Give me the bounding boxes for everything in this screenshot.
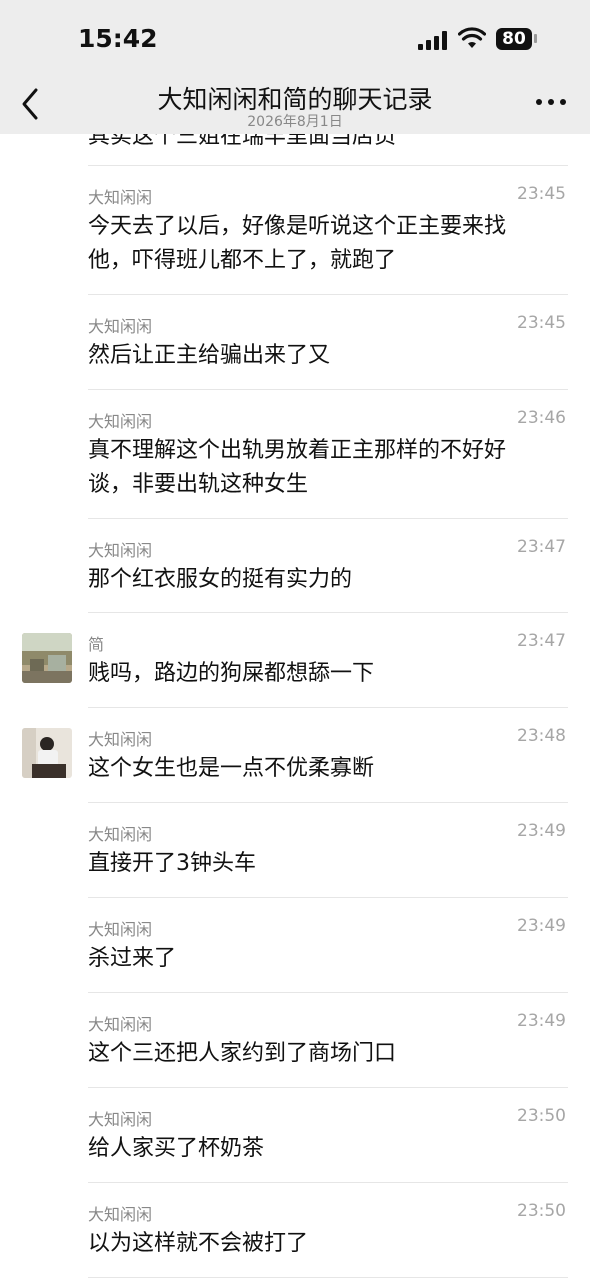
- message-text: 这个女生也是一点不优柔寡断: [88, 756, 375, 781]
- message-text: 那个红衣服女的挺有实力的: [88, 567, 353, 592]
- battery-icon: 80: [496, 28, 532, 50]
- chat-history-list[interactable]: 其实这个三姐在瑞丰里面当店员 大知闲闲 23:45 今天去了以后，好像是听说这个…: [0, 0, 590, 1280]
- message-sender: 大知闲闲: [88, 1205, 153, 1224]
- message-item[interactable]: 简 23:47 贱吗，路边的狗屎都想舔一下: [0, 613, 590, 707]
- message-item[interactable]: 大知闲闲 23:48 这个女生也是一点不优柔寡断: [0, 708, 590, 802]
- more-options-icon[interactable]: [534, 96, 568, 108]
- message-item[interactable]: 大知闲闲 23:49 直接开了3钟头车: [0, 803, 590, 897]
- message-item[interactable]: 大知闲闲 23:45 然后让正主给骗出来了又: [0, 295, 590, 389]
- message-text: 直接开了3钟头车: [88, 851, 256, 876]
- battery-cap: [534, 34, 537, 43]
- message-time: 23:49: [517, 916, 566, 936]
- divider: [88, 1277, 568, 1278]
- message-sender: 大知闲闲: [88, 920, 153, 939]
- message-sender: 简: [88, 635, 105, 654]
- wifi-icon: [458, 27, 486, 48]
- message-sender: 大知闲闲: [88, 1015, 153, 1034]
- message-time: 23:45: [517, 313, 566, 333]
- message-text: 这个三还把人家约到了商场门口: [88, 1041, 397, 1066]
- message-time: 23:47: [517, 631, 566, 651]
- message-sender: 大知闲闲: [88, 412, 153, 431]
- cellular-signal-icon: [418, 30, 450, 50]
- message-text: 真不理解这个出轨男放着正主那样的不好好谈，非要出轨这种女生: [88, 438, 507, 497]
- message-time: 23:49: [517, 1011, 566, 1031]
- message-text: 今天去了以后，好像是听说这个正主要来找他，吓得班儿都不上了，就跑了: [88, 214, 507, 273]
- message-sender: 大知闲闲: [88, 317, 153, 336]
- status-time: 15:42: [78, 24, 158, 53]
- avatar[interactable]: [22, 633, 72, 683]
- message-text: 然后让正主给骗出来了又: [88, 343, 331, 368]
- message-time: 23:45: [517, 184, 566, 204]
- message-item[interactable]: 大知闲闲 23:45 今天去了以后，好像是听说这个正主要来找他，吓得班儿都不上了…: [0, 166, 590, 294]
- message-time: 23:48: [517, 726, 566, 746]
- message-time: 23:46: [517, 408, 566, 428]
- message-item[interactable]: 大知闲闲 23:47 那个红衣服女的挺有实力的: [0, 519, 590, 612]
- message-sender: 大知闲闲: [88, 825, 153, 844]
- message-item[interactable]: 大知闲闲 23:49 杀过来了: [0, 898, 590, 992]
- message-time: 23:49: [517, 821, 566, 841]
- message-time: 23:50: [517, 1201, 566, 1221]
- chat-date: 2026年8月1日: [247, 114, 343, 130]
- message-text: 以为这样就不会被打了: [88, 1231, 309, 1256]
- message-item[interactable]: 大知闲闲 23:50 给人家买了杯奶茶: [0, 1088, 590, 1182]
- message-item[interactable]: 大知闲闲 23:49 这个三还把人家约到了商场门口: [0, 993, 590, 1087]
- message-item[interactable]: 大知闲闲 23:46 真不理解这个出轨男放着正主那样的不好好谈，非要出轨这种女生: [0, 390, 590, 518]
- message-time: 23:47: [517, 537, 566, 557]
- avatar[interactable]: [22, 728, 72, 778]
- navigation-bar: 15:42 80 大知闲闲和简的聊天记录 2026年8月1日: [0, 0, 590, 134]
- message-sender: 大知闲闲: [88, 730, 153, 749]
- message-text: 贱吗，路边的狗屎都想舔一下: [88, 661, 375, 686]
- message-time: 23:50: [517, 1106, 566, 1126]
- message-item[interactable]: 大知闲闲 23:50 以为这样就不会被打了: [0, 1183, 590, 1277]
- message-sender: 大知闲闲: [88, 188, 153, 207]
- message-sender: 大知闲闲: [88, 541, 153, 560]
- message-text: 杀过来了: [88, 946, 177, 971]
- message-sender: 大知闲闲: [88, 1110, 153, 1129]
- message-text: 给人家买了杯奶茶: [88, 1136, 265, 1161]
